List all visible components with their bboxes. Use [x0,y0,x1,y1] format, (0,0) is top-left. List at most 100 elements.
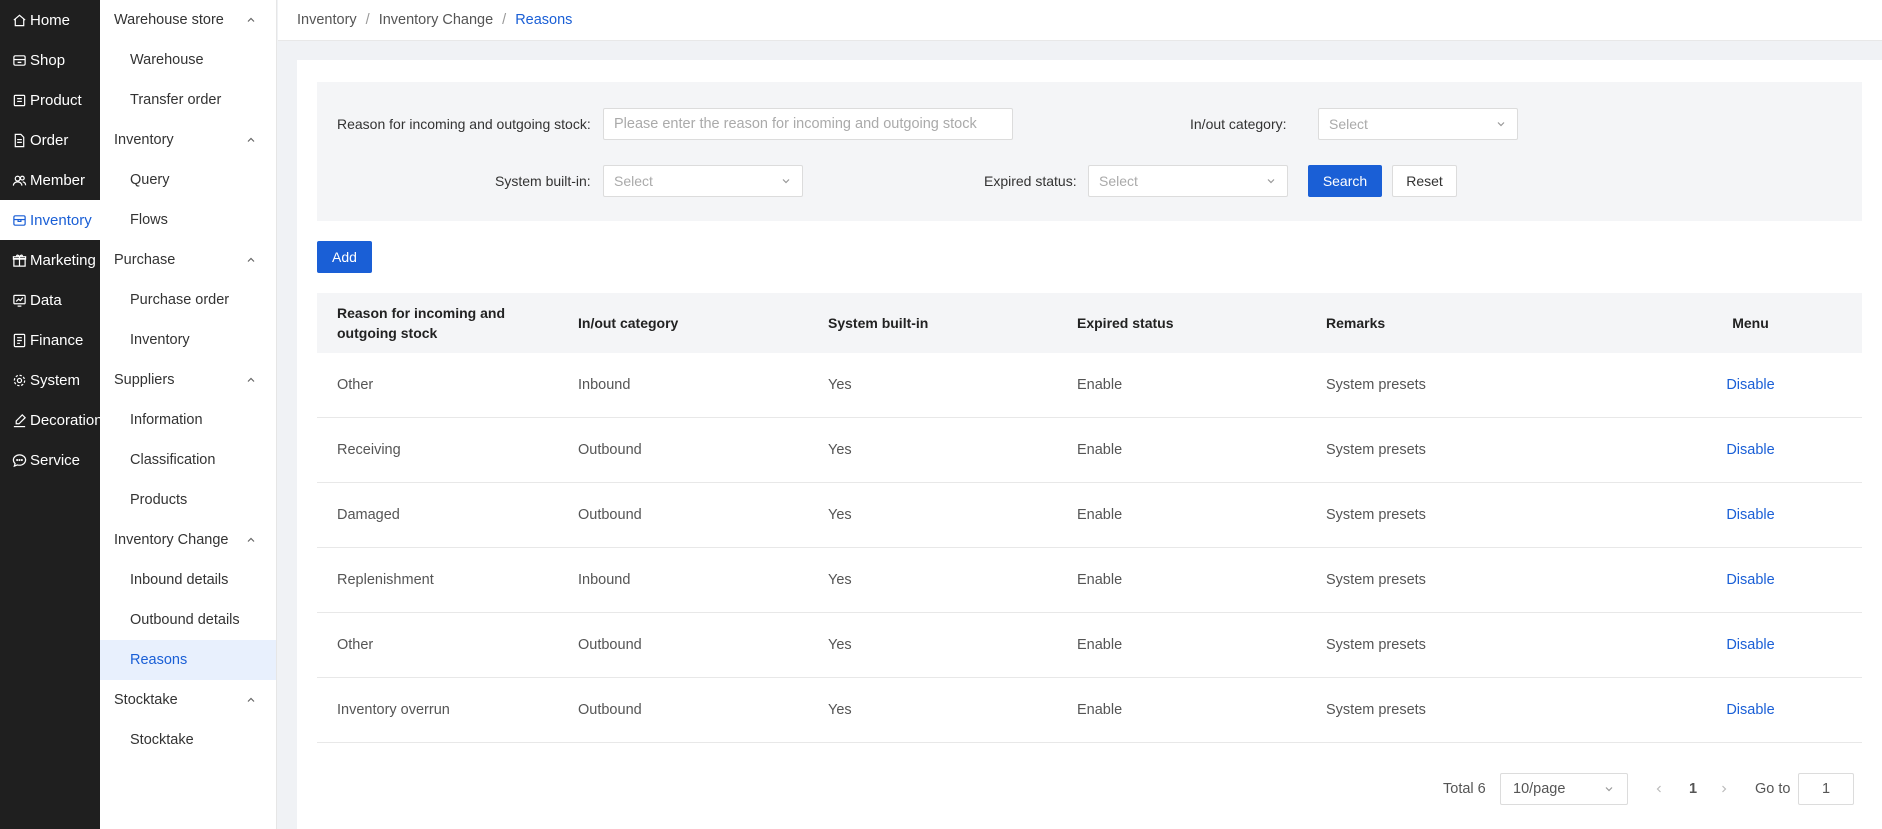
page-number-current[interactable]: 1 [1689,773,1697,805]
cell-builtin: Yes [828,637,852,653]
subnav-item-flows[interactable]: Flows [100,200,276,240]
chevron-up-icon [247,17,255,22]
disable-link[interactable]: Disable [1726,702,1774,718]
cell-builtin: Yes [828,507,852,523]
disable-link[interactable]: Disable [1726,442,1774,458]
filter-panel: Reason for incoming and outgoing stock: … [317,82,1862,221]
select-placeholder: Select [1329,116,1368,132]
category-select[interactable]: Select [1318,108,1518,140]
nav-item-shop[interactable]: Shop [0,40,100,80]
column-header-builtin: System built-in [828,315,929,331]
subnav-group-suppliers[interactable]: Suppliers [100,360,276,400]
cell-category: Outbound [578,637,642,653]
secondary-sidebar: Warehouse store Warehouse Transfer order… [100,0,277,829]
cell-status: Enable [1077,377,1123,393]
subnav-item-purchase-inventory[interactable]: Inventory [100,320,276,360]
cell-builtin: Yes [828,442,852,458]
nav-item-label: Product [30,91,82,109]
chevron-up-icon [247,137,255,142]
decoration-icon [12,413,27,428]
disable-link[interactable]: Disable [1726,377,1774,393]
cell-status: Enable [1077,702,1123,718]
cell-category: Outbound [578,442,642,458]
select-placeholder: Select [1099,173,1138,189]
nav-item-label: Decoration [30,411,103,429]
prev-page-button[interactable] [1653,783,1665,795]
nav-item-label: Service [30,451,81,469]
subnav-item-products[interactable]: Products [100,480,276,520]
subnav-item-query[interactable]: Query [100,160,276,200]
cell-builtin: Yes [828,377,852,393]
cell-remarks: System presets [1326,507,1426,523]
goto-page-input[interactable]: 1 [1798,773,1854,805]
breadcrumb-separator: / [502,12,507,28]
home-icon [12,13,27,28]
nav-item-label: Finance [30,331,84,349]
nav-item-label: Member [30,171,86,189]
marketing-icon [12,253,27,268]
inventory-icon [12,213,27,228]
nav-item-product[interactable]: Product [0,80,100,120]
subnav-group-label: Stocktake [114,692,178,708]
subnav-item-information[interactable]: Information [100,400,276,440]
subnav-item-classification[interactable]: Classification [100,440,276,480]
nav-item-data[interactable]: Data [0,280,100,320]
cell-builtin: Yes [828,572,852,588]
subnav-item-inbound-details[interactable]: Inbound details [100,560,276,600]
subnav-group-inventory[interactable]: Inventory [100,120,276,160]
subnav-item-purchase-order[interactable]: Purchase order [100,280,276,320]
subnav-item-warehouse[interactable]: Warehouse [100,40,276,80]
cell-status: Enable [1077,637,1123,653]
chevron-down-icon [1497,122,1505,127]
reason-filter-label: Reason for incoming and outgoing stock: [337,116,591,132]
nav-item-service[interactable]: Service [0,440,100,480]
subnav-group-label: Suppliers [114,372,175,388]
builtin-select[interactable]: Select [603,165,803,197]
table-header: Reason for incoming and outgoing stock I… [317,293,1862,353]
reason-input[interactable]: Please enter the reason for incoming and… [603,108,1013,140]
reset-button[interactable]: Reset [1392,165,1457,197]
nav-item-inventory[interactable]: Inventory [0,200,100,240]
nav-item-system[interactable]: System [0,360,100,400]
nav-item-order[interactable]: Order [0,120,100,160]
nav-item-member[interactable]: Member [0,160,100,200]
subnav-group-label: Inventory [114,132,174,148]
subnav-item-transfer-order[interactable]: Transfer order [100,80,276,120]
product-icon [12,93,27,108]
column-header-category: In/out category [578,315,679,331]
subnav-group-purchase[interactable]: Purchase [100,240,276,280]
nav-item-label: Data [30,291,62,309]
add-button[interactable]: Add [317,241,372,273]
nav-item-home[interactable]: Home [0,0,100,40]
page-size-select[interactable]: 10/page [1500,773,1628,805]
nav-item-finance[interactable]: Finance [0,320,100,360]
pagination-total: Total 6 [1443,781,1486,797]
subnav-item-reasons[interactable]: Reasons [100,640,276,680]
next-page-button[interactable] [1718,783,1730,795]
subnav-group-stocktake[interactable]: Stocktake [100,680,276,720]
nav-item-decoration[interactable]: Decoration [0,400,103,440]
disable-link[interactable]: Disable [1726,507,1774,523]
cell-reason: Other [337,377,374,393]
subnav-item-outbound-details[interactable]: Outbound details [100,600,276,640]
category-filter-label: In/out category: [1190,116,1287,132]
gear-icon [12,373,27,388]
cell-status: Enable [1077,442,1123,458]
breadcrumb-item-inventory[interactable]: Inventory [297,12,357,28]
subnav-item-stocktake[interactable]: Stocktake [100,720,276,760]
select-placeholder: Select [614,173,653,189]
search-button[interactable]: Search [1308,165,1382,197]
cell-status: Enable [1077,507,1123,523]
disable-link[interactable]: Disable [1726,637,1774,653]
subnav-group-inventory-change[interactable]: Inventory Change [100,520,276,560]
nav-item-marketing[interactable]: Marketing [0,240,100,280]
disable-link[interactable]: Disable [1726,572,1774,588]
expired-select[interactable]: Select [1088,165,1288,197]
subnav-group-label: Purchase [114,252,176,268]
chat-icon [12,453,27,468]
table-row: Inventory overrun Outbound Yes Enable Sy… [317,678,1862,743]
breadcrumb-item-inventory-change[interactable]: Inventory Change [379,12,493,28]
subnav-group-warehouse-store[interactable]: Warehouse store [100,0,276,40]
nav-item-label: Marketing [30,251,96,269]
column-header-status: Expired status [1077,315,1174,331]
